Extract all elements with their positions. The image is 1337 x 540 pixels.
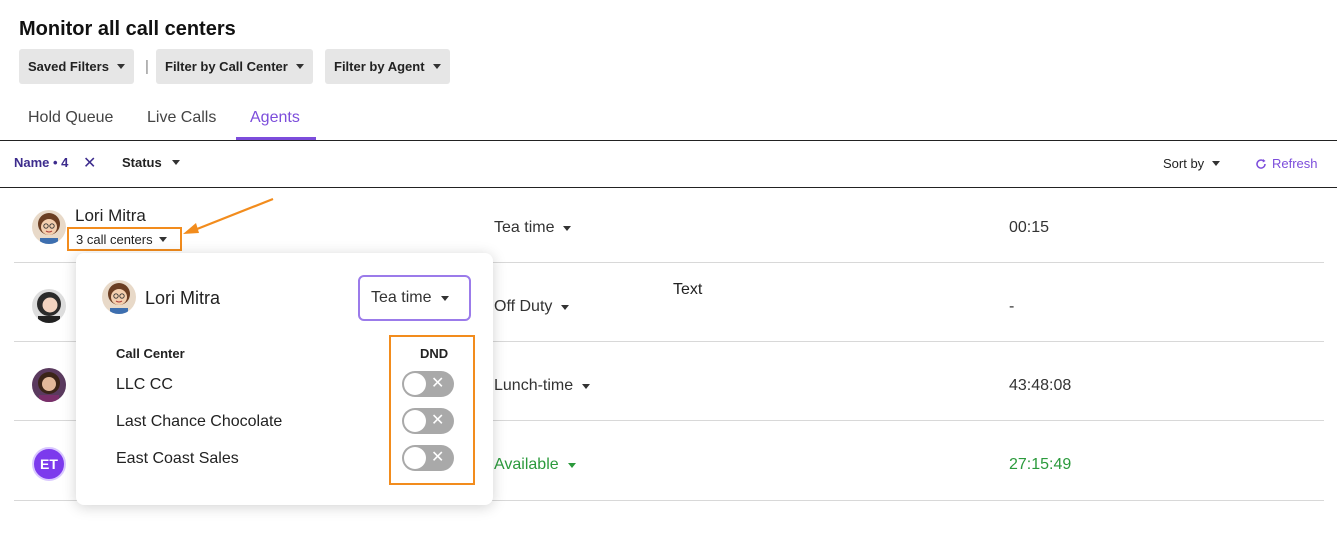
close-icon: ✕	[431, 375, 445, 392]
avatar	[32, 210, 66, 244]
saved-filters-button[interactable]: Saved Filters	[19, 49, 134, 84]
agent-status-label: Available	[494, 456, 559, 473]
filter-by-call-center-label: Filter by Call Center	[165, 59, 288, 74]
filter-separator: |	[145, 58, 149, 75]
agent-status-time: -	[1009, 298, 1015, 315]
refresh-icon	[1256, 158, 1266, 169]
popover-status-select[interactable]: Tea time	[358, 275, 471, 321]
status-filter-label: Status	[122, 155, 162, 170]
tab-agents[interactable]: Agents	[250, 109, 300, 127]
chevron-down-icon	[158, 236, 167, 242]
chevron-down-icon	[295, 64, 304, 69]
chevron-down-icon	[432, 64, 441, 69]
agent-status-label: Tea time	[494, 219, 555, 236]
saved-filters-label: Saved Filters	[28, 59, 109, 74]
chevron-down-icon	[171, 160, 180, 165]
tab-live-calls[interactable]: Live Calls	[147, 109, 216, 127]
agent-status-time: 27:15:49	[1009, 456, 1072, 473]
call-center-name: Last Chance Chocolate	[116, 413, 283, 430]
chevron-down-icon	[561, 304, 570, 310]
toggle-knob	[404, 373, 426, 395]
chevron-down-icon	[116, 64, 125, 69]
agent-status-dropdown[interactable]: Off Duty	[494, 298, 570, 316]
chevron-down-icon	[582, 383, 591, 389]
agent-name: Lori Mitra	[75, 206, 146, 225]
call-center-name: LLC CC	[116, 376, 173, 393]
agent-avatar-image	[102, 280, 136, 314]
name-filter-chip[interactable]: Name • 4	[14, 155, 68, 170]
tab-hold-queue[interactable]: Hold Queue	[28, 109, 113, 127]
agent-status-time: 00:15	[1009, 219, 1050, 236]
popover-status-label: Tea time	[371, 289, 432, 306]
agent-status-label: Lunch-time	[494, 377, 574, 394]
agent-avatar-image	[32, 210, 66, 244]
close-icon: ✕	[431, 449, 445, 466]
toolbar-divider	[0, 187, 1337, 188]
close-icon[interactable]: ✕	[83, 153, 96, 173]
call-centers-dropdown[interactable]: 3 call centers	[67, 227, 182, 251]
call-center-column-header: Call Center	[116, 346, 185, 361]
refresh-label: Refresh	[1272, 156, 1318, 171]
chevron-down-icon	[1212, 161, 1221, 166]
tabs-divider	[0, 140, 1337, 141]
avatar	[32, 289, 66, 323]
agent-status-dropdown[interactable]: Lunch-time	[494, 377, 591, 395]
agent-avatar-image	[32, 289, 66, 323]
page-title: Monitor all call centers	[19, 18, 236, 40]
agent-status-time: 43:48:08	[1009, 377, 1072, 394]
toggle-knob	[404, 447, 426, 469]
agent-status-dropdown[interactable]: Available	[494, 456, 576, 474]
chevron-down-icon	[441, 295, 450, 301]
annotation-arrow	[183, 197, 274, 234]
close-icon: ✕	[431, 412, 445, 429]
dnd-toggle[interactable]: ✕	[402, 371, 454, 397]
agent-status-label: Off Duty	[494, 298, 553, 315]
status-filter-button[interactable]: Status	[122, 155, 180, 170]
dnd-toggle[interactable]: ✕	[402, 445, 454, 471]
sort-by-label: Sort by	[1163, 156, 1205, 171]
call-centers-popover: Lori Mitra Tea time Call Center DND LLC …	[76, 253, 493, 505]
toggle-knob	[404, 410, 426, 432]
dnd-toggle[interactable]: ✕	[402, 408, 454, 434]
popover-agent-name: Lori Mitra	[145, 288, 221, 308]
floating-text: Text	[673, 281, 703, 298]
filter-by-call-center-button[interactable]: Filter by Call Center	[156, 49, 313, 84]
sort-by-button[interactable]: Sort by	[1163, 156, 1221, 171]
agent-avatar-image	[32, 368, 66, 402]
chevron-down-icon	[567, 462, 576, 468]
avatar	[32, 368, 66, 402]
avatar: ET	[32, 447, 66, 481]
refresh-button[interactable]: Refresh	[1255, 156, 1318, 171]
filter-by-agent-label: Filter by Agent	[334, 59, 425, 74]
agent-status-dropdown[interactable]: Tea time	[494, 219, 572, 237]
chevron-down-icon	[563, 225, 572, 231]
call-center-name: East Coast Sales	[116, 450, 239, 467]
filter-by-agent-button[interactable]: Filter by Agent	[325, 49, 450, 84]
call-centers-label: 3 call centers	[76, 231, 153, 247]
avatar	[102, 280, 136, 314]
